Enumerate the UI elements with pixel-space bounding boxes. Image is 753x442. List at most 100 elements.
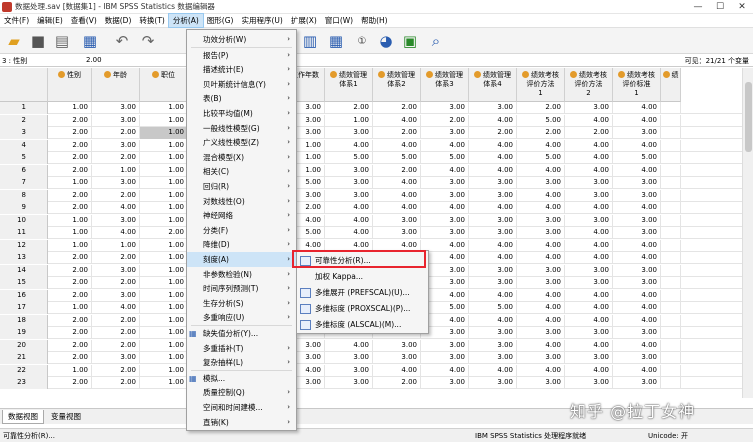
table-cell[interactable]: 4.00 xyxy=(565,364,613,377)
table-cell[interactable]: 3.00 xyxy=(325,189,373,202)
table-cell[interactable]: 2.00 xyxy=(373,377,421,389)
table-cell[interactable]: 2.00 xyxy=(48,264,92,277)
table-cell[interactable]: 3.00 xyxy=(517,214,565,227)
row-number[interactable]: 2 xyxy=(0,114,48,127)
table-cell[interactable] xyxy=(661,214,681,227)
row-number[interactable]: 5 xyxy=(0,152,48,164)
row-number[interactable]: 17 xyxy=(0,302,48,314)
table-cell[interactable]: 4.00 xyxy=(613,164,661,177)
table-cell[interactable]: 3.00 xyxy=(325,127,373,139)
table-cell[interactable]: 2.00 xyxy=(373,102,421,114)
menu-3[interactable]: 数据(D) xyxy=(101,14,136,27)
table-cell[interactable]: 1.00 xyxy=(48,302,92,314)
table-cell[interactable]: 2.00 xyxy=(92,189,140,202)
table-cell[interactable] xyxy=(661,152,681,164)
row-number[interactable]: 10 xyxy=(0,214,48,227)
table-cell[interactable]: 4.00 xyxy=(565,252,613,264)
scrollbar-thumb[interactable] xyxy=(745,82,752,152)
table-cell[interactable]: 4.00 xyxy=(469,364,517,377)
print-icon[interactable]: ▤ xyxy=(52,31,72,51)
table-cell[interactable] xyxy=(661,364,681,377)
table-cell[interactable]: 4.00 xyxy=(565,202,613,214)
table-cell[interactable]: 1.00 xyxy=(140,327,188,339)
table-cell[interactable]: 4.00 xyxy=(613,202,661,214)
table-cell[interactable]: 4.00 xyxy=(421,202,469,214)
table-cell[interactable] xyxy=(661,339,681,352)
table-cell[interactable]: 2.00 xyxy=(48,327,92,339)
table-cell[interactable] xyxy=(661,164,681,177)
row-number[interactable]: 1 xyxy=(0,102,48,114)
table-cell[interactable]: 4.00 xyxy=(517,364,565,377)
table-cell[interactable]: 3.00 xyxy=(92,214,140,227)
analyze-menu-item[interactable]: 对数线性(O) › xyxy=(187,194,296,209)
column-header[interactable]: 绩效管理 体系1 xyxy=(325,68,373,102)
table-cell[interactable]: 4.00 xyxy=(325,339,373,352)
table-cell[interactable]: 4.00 xyxy=(613,302,661,314)
table-cell[interactable]: 3.00 xyxy=(421,177,469,189)
table-cell[interactable]: 1.00 xyxy=(48,102,92,114)
table-cell[interactable]: 4.00 xyxy=(92,227,140,239)
table-cell[interactable]: 5.00 xyxy=(613,152,661,164)
table-cell[interactable]: 4.00 xyxy=(613,102,661,114)
vertical-scrollbar[interactable] xyxy=(742,68,753,398)
table-cell[interactable]: 1.00 xyxy=(140,264,188,277)
table-cell[interactable]: 1.00 xyxy=(140,289,188,302)
menu-2[interactable]: 查看(V) xyxy=(67,14,101,27)
tab-data-view[interactable]: 数据视图 xyxy=(2,410,44,424)
table-cell[interactable]: 4.00 xyxy=(469,164,517,177)
analyze-menu-item[interactable]: 广义线性模型(Z) › xyxy=(187,135,296,150)
select-cases-icon[interactable]: ① xyxy=(352,31,372,51)
table-cell[interactable]: 2.00 xyxy=(48,314,92,327)
analyze-menu-item[interactable]: 分类(F) › xyxy=(187,223,296,238)
analyze-menu-item[interactable]: 一般线性模型(G) › xyxy=(187,121,296,136)
analyze-menu-item[interactable]: 生存分析(S) › xyxy=(187,296,296,311)
menu-7[interactable]: 实用程序(U) xyxy=(237,14,286,27)
menu-10[interactable]: 帮助(H) xyxy=(357,14,392,27)
undo-icon[interactable]: ↶ xyxy=(112,31,132,51)
table-cell[interactable]: 4.00 xyxy=(373,202,421,214)
analyze-menu-item[interactable]: 混合模型(X) › xyxy=(187,150,296,165)
analyze-menu-item[interactable]: 回归(R) › xyxy=(187,179,296,194)
table-cell[interactable]: 1.00 xyxy=(140,164,188,177)
table-cell[interactable]: 2.00 xyxy=(517,127,565,139)
table-cell[interactable]: 2.00 xyxy=(325,102,373,114)
table-cell[interactable] xyxy=(661,177,681,189)
table-cell[interactable]: 2.00 xyxy=(48,114,92,127)
column-header[interactable]: 绩效管理 体系2 xyxy=(373,68,421,102)
table-cell[interactable]: 4.00 xyxy=(325,139,373,152)
table-cell[interactable]: 1.00 xyxy=(48,227,92,239)
table-cell[interactable]: 4.00 xyxy=(325,214,373,227)
table-cell[interactable]: 4.00 xyxy=(517,202,565,214)
table-cell[interactable]: 3.00 xyxy=(517,352,565,364)
table-cell[interactable]: 1.00 xyxy=(92,239,140,252)
table-cell[interactable]: 3.00 xyxy=(469,214,517,227)
table-cell[interactable]: 3.00 xyxy=(613,227,661,239)
table-cell[interactable]: 4.00 xyxy=(373,139,421,152)
analyze-menu-item[interactable]: 复杂抽样(L) › xyxy=(187,355,296,370)
table-cell[interactable]: 2.00 xyxy=(48,189,92,202)
use-sets-icon[interactable]: ▣ xyxy=(400,31,420,51)
table-cell[interactable]: 3.00 xyxy=(613,377,661,389)
weight-cases-icon[interactable]: ▦ xyxy=(326,31,346,51)
table-cell[interactable]: 3.00 xyxy=(325,177,373,189)
table-cell[interactable]: 3.00 xyxy=(565,377,613,389)
table-cell[interactable]: 4.00 xyxy=(421,364,469,377)
table-cell[interactable] xyxy=(661,277,681,289)
table-cell[interactable]: 4.00 xyxy=(517,289,565,302)
table-cell[interactable]: 5.00 xyxy=(325,152,373,164)
row-number[interactable]: 6 xyxy=(0,164,48,177)
row-number[interactable]: 7 xyxy=(0,177,48,189)
row-number[interactable]: 22 xyxy=(0,364,48,377)
table-cell[interactable]: 4.00 xyxy=(517,164,565,177)
table-cell[interactable]: 5.00 xyxy=(421,152,469,164)
table-cell[interactable]: 4.00 xyxy=(517,139,565,152)
table-cell[interactable]: 3.00 xyxy=(469,227,517,239)
table-cell[interactable]: 4.00 xyxy=(613,139,661,152)
table-cell[interactable]: 3.00 xyxy=(421,377,469,389)
table-cell[interactable]: 3.00 xyxy=(469,377,517,389)
maximize-button[interactable]: ☐ xyxy=(709,0,731,14)
table-cell[interactable]: 3.00 xyxy=(421,189,469,202)
table-cell[interactable]: 3.00 xyxy=(565,327,613,339)
table-cell[interactable]: 3.00 xyxy=(469,102,517,114)
analyze-menu-item[interactable]: 描述统计(E) › xyxy=(187,62,296,77)
